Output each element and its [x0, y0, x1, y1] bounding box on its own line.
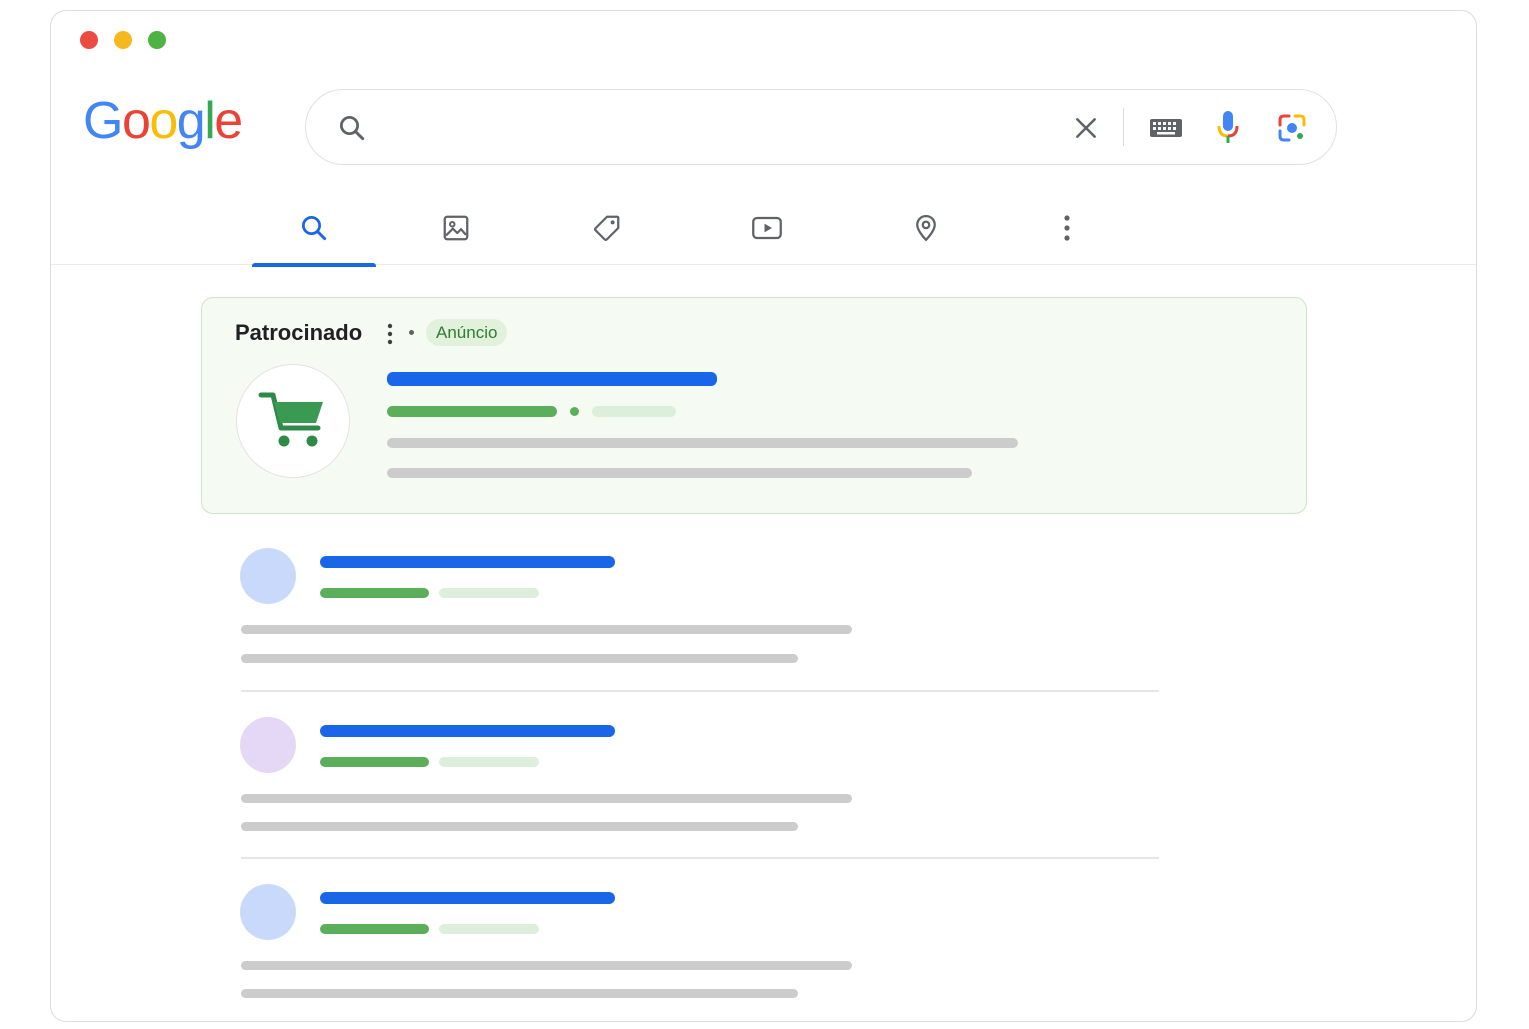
mic-icon[interactable] — [1210, 108, 1246, 148]
logo-letter: G — [83, 92, 123, 150]
sponsored-label: Patrocinado — [235, 320, 363, 345]
logo-letter: g — [176, 92, 206, 150]
result-url-placeholder — [320, 757, 429, 767]
result-title-placeholder[interactable] — [320, 556, 615, 568]
result-snippet-line — [241, 989, 798, 998]
result-snippet-line — [241, 961, 852, 970]
more-vertical-icon — [1064, 215, 1070, 241]
result-url-path-placeholder — [439, 588, 539, 598]
video-icon — [752, 216, 782, 240]
tab-videos[interactable] — [705, 191, 829, 265]
logo-letter: o — [149, 92, 178, 150]
clear-icon[interactable] — [1068, 110, 1104, 146]
logo-letter: e — [214, 92, 243, 150]
ad-description-line — [387, 468, 972, 478]
separator-dot — [409, 330, 414, 335]
search-icon — [302, 216, 327, 241]
result-favicon — [240, 548, 296, 604]
ad-url-placeholder — [387, 406, 557, 417]
search-bar[interactable] — [305, 89, 1337, 165]
keyboard-icon[interactable] — [1146, 110, 1186, 146]
search-icon[interactable] — [334, 110, 370, 146]
result-snippet-line — [241, 794, 852, 803]
ad-url-path-placeholder — [592, 406, 676, 417]
ad-title-placeholder[interactable] — [387, 372, 717, 386]
ad-badge: Anúncio — [426, 319, 508, 346]
tab-shopping[interactable] — [545, 191, 669, 265]
lens-icon[interactable] — [1272, 108, 1312, 148]
result-url-placeholder — [320, 588, 429, 598]
tab-more[interactable] — [1005, 191, 1129, 265]
ad-url-separator — [570, 407, 579, 416]
tab-maps[interactable] — [864, 191, 988, 265]
tab-all[interactable] — [252, 191, 376, 267]
search-divider — [1123, 108, 1124, 146]
result-url-placeholder — [320, 924, 429, 934]
window-close-button[interactable] — [80, 31, 98, 49]
logo-letter: o — [121, 92, 151, 150]
tab-images[interactable] — [394, 191, 518, 265]
search-input[interactable] — [386, 108, 1026, 146]
google-logo[interactable]: Google — [83, 92, 243, 150]
sponsored-result[interactable]: Patrocinado Anúncio — [201, 297, 1307, 514]
ad-options-button[interactable] — [384, 322, 396, 346]
result-snippet-line — [241, 625, 852, 634]
more-vertical-icon — [387, 323, 393, 345]
result-url-path-placeholder — [439, 924, 539, 934]
result-divider — [241, 857, 1159, 859]
location-pin-icon — [916, 214, 936, 242]
result-favicon — [240, 884, 296, 940]
result-title-placeholder[interactable] — [320, 892, 615, 904]
logo-letter: l — [204, 92, 216, 150]
search-tabs — [51, 191, 1476, 267]
ad-description-line — [387, 438, 1018, 448]
result-url-path-placeholder — [439, 757, 539, 767]
result-title-placeholder[interactable] — [320, 725, 615, 737]
window-minimize-button[interactable] — [114, 31, 132, 49]
result-favicon — [240, 717, 296, 773]
result-divider — [241, 690, 1159, 692]
window-maximize-button[interactable] — [148, 31, 166, 49]
browser-window: Google Patrocinado Anúncio — [50, 10, 1477, 1022]
tag-icon — [594, 215, 620, 241]
shopping-cart-icon — [258, 392, 323, 447]
image-icon — [443, 215, 469, 241]
result-snippet-line — [241, 654, 798, 663]
result-snippet-line — [241, 822, 798, 831]
advertiser-logo[interactable] — [236, 364, 350, 478]
